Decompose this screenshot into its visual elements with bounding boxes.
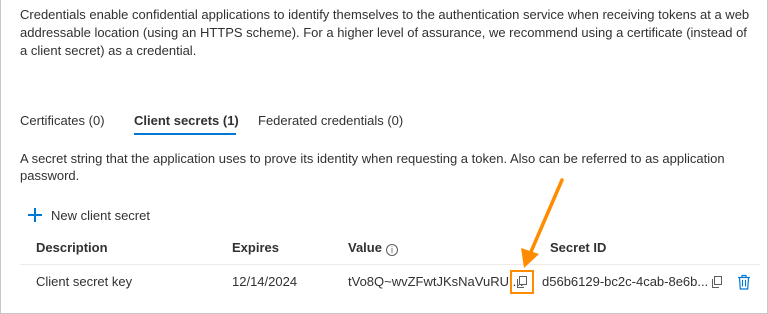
secret-description-cell: Client secret key [36,274,133,289]
column-header-expires: Expires [232,240,279,255]
tab-federated-credentials[interactable]: Federated credentials (0) [258,113,403,128]
secret-id-cell: d56b6129-bc2c-4cab-8e6b... [542,274,709,289]
active-tab-indicator [134,133,236,135]
trash-icon[interactable] [737,274,751,290]
arrow-icon [521,178,564,268]
client-secrets-description: A secret string that the application use… [20,151,725,183]
info-icon[interactable]: i [385,244,398,256]
new-client-secret-button[interactable]: New client secret [28,205,150,225]
column-header-description: Description [36,240,108,255]
secret-expires-cell: 12/14/2024 [232,274,298,289]
column-header-value-label: Value [348,240,382,255]
copy-value-highlight-box [510,270,534,294]
new-client-secret-label: New client secret [51,207,150,223]
plus-icon [28,208,42,222]
secret-value-cell: tVo8Q~wvZFwtJKsNaVuRU ... [348,274,524,289]
tab-client-secrets[interactable]: Client secrets (1) [134,113,239,128]
tab-certificates[interactable]: Certificates (0) [20,113,105,128]
table-header-divider [20,264,760,265]
column-header-value: Value i [348,240,398,256]
intro-text: Credentials enable confidential applicat… [20,7,750,58]
copy-secret-id-icon[interactable] [711,276,723,288]
